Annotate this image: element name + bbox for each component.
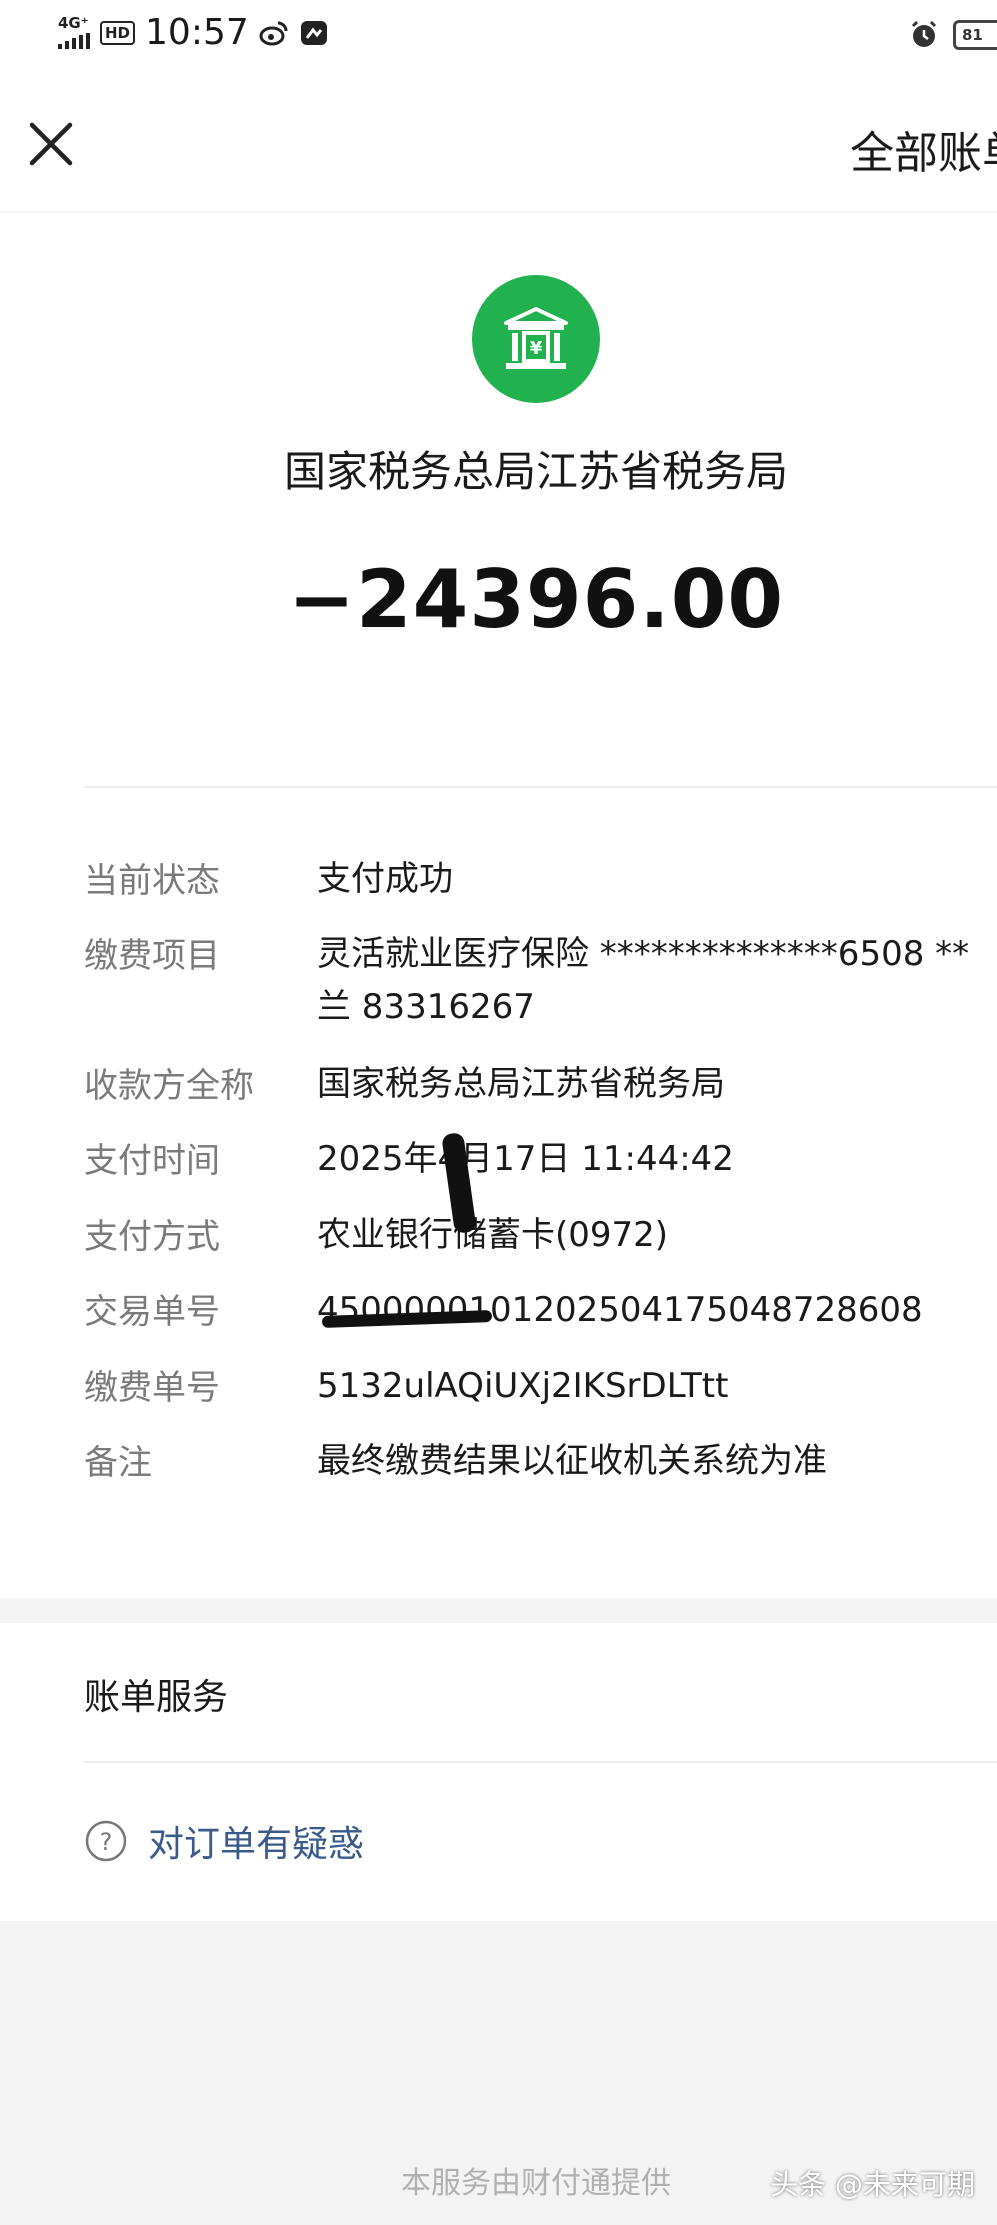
amount-divider: [84, 786, 997, 788]
bill-service-card: 账单服务 ? 对订单有疑惑: [0, 1623, 997, 1921]
network-indicator: 4G⁺: [58, 16, 90, 49]
watermark: 头条 @未来可期: [770, 2168, 975, 2201]
status-right: 81: [909, 20, 997, 50]
detail-value: 农业银行储蓄卡(0972): [317, 1215, 669, 1255]
status-bar: 4G⁺ HD 10:57 81: [0, 0, 997, 75]
detail-value: 2025年4月17日 11:44:42: [317, 1139, 734, 1179]
detail-value: 支付成功: [317, 859, 453, 899]
detail-value: 最终缴费结果以征收机关系统为准: [317, 1441, 827, 1481]
bank-icon: ¥: [504, 307, 568, 369]
question-order-link[interactable]: ? 对订单有疑惑: [84, 1815, 364, 1867]
detail-label: 缴费项目: [84, 936, 220, 976]
bill-service-title: 账单服务: [84, 1677, 229, 1718]
detail-label: 备注: [84, 1443, 152, 1483]
detail-value: 4500000101202504175048728608: [317, 1290, 923, 1330]
payment-amount: −24396.00: [287, 553, 785, 646]
status-left: 4G⁺ HD 10:57: [58, 12, 329, 53]
detail-label: 支付方式: [84, 1217, 220, 1257]
detail-value: 5132ulAQiUXj2IKSrDLTtt: [317, 1366, 729, 1406]
notification-app-icon: [300, 20, 327, 45]
detail-label: 当前状态: [84, 861, 220, 901]
detail-value: 灵活就业医疗保险 **************6508 **兰 83316267: [317, 934, 970, 1027]
battery-indicator: 81: [953, 20, 997, 50]
nav-bar: 全部账单: [0, 75, 997, 211]
merchant-logo: ¥: [472, 275, 600, 403]
network-type: 4G⁺: [58, 14, 89, 32]
question-circle-icon: ?: [85, 1820, 127, 1862]
service-divider: [84, 1761, 997, 1763]
close-icon[interactable]: [24, 117, 78, 171]
hd-badge: HD: [100, 20, 136, 45]
detail-label: 缴费单号: [84, 1368, 220, 1408]
weibo-icon: [259, 21, 288, 45]
status-time: 10:57: [145, 12, 249, 53]
detail-label: 收款方全称: [84, 1066, 254, 1106]
detail-label: 支付时间: [84, 1141, 220, 1181]
bill-detail-card: ¥ 国家税务总局江苏省税务局 −24396.00 当前状态 支付成功 缴费项目 …: [0, 213, 997, 1598]
detail-label: 交易单号: [84, 1292, 220, 1332]
question-order-label: 对订单有疑惑: [148, 1824, 365, 1865]
detail-value: 国家税务总局江苏省税务局: [317, 1064, 725, 1104]
all-bills-link[interactable]: 全部账单: [850, 117, 997, 181]
alarm-icon: [911, 20, 937, 47]
svg-text:¥: ¥: [530, 338, 543, 359]
svg-text:?: ?: [100, 1828, 113, 1856]
merchant-name: 国家税务总局江苏省税务局: [283, 447, 788, 496]
signal-icon: [58, 33, 90, 49]
